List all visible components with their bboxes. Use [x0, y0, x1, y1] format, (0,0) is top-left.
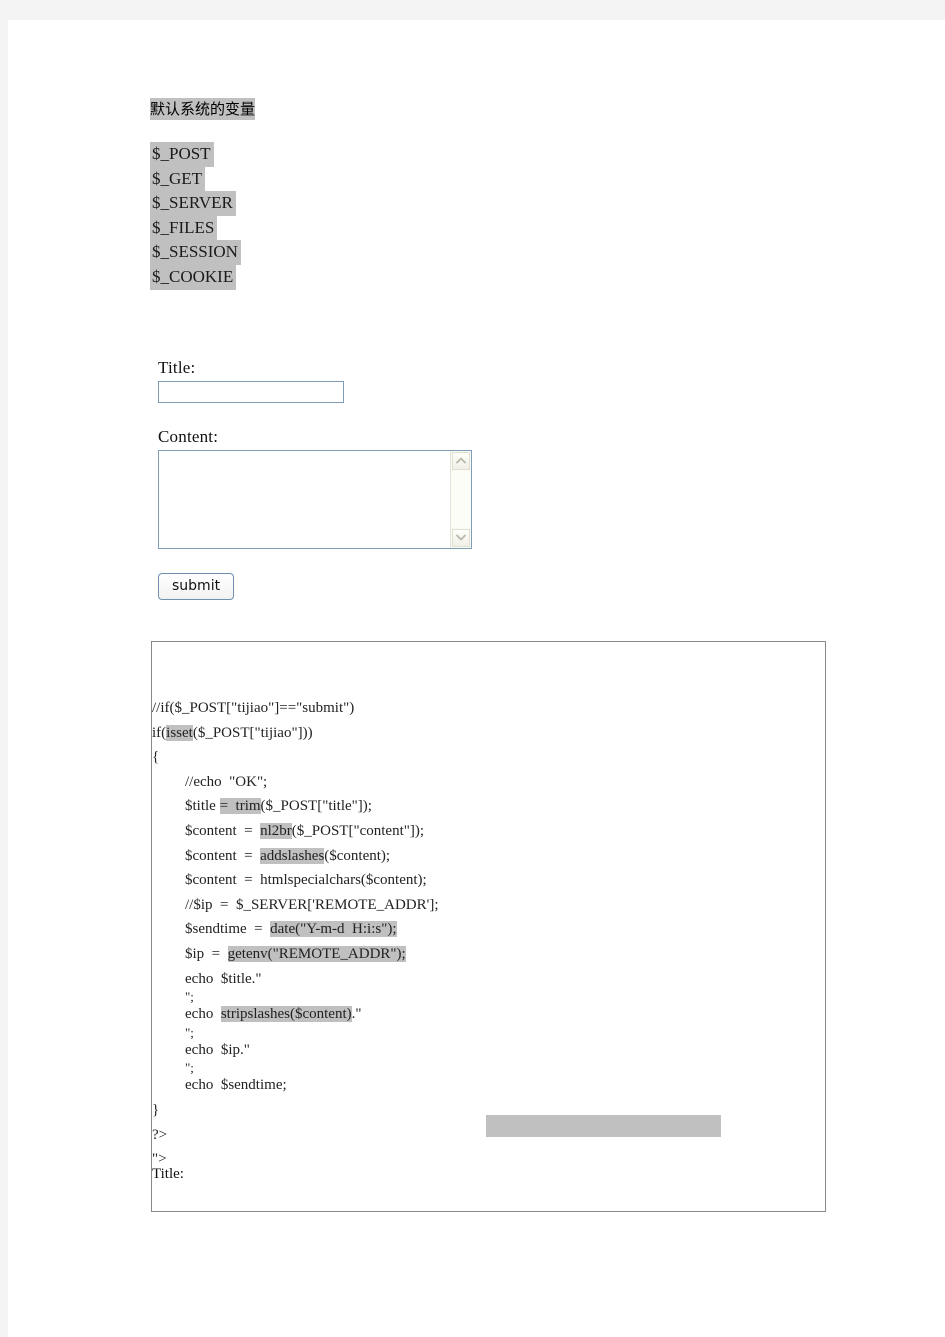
code-text-run: echo $ip.": [185, 1041, 250, 1058]
code-line: echo $sendtime;: [152, 1073, 825, 1098]
code-text-run: $content = htmlspecialchars($content);: [185, 872, 427, 889]
code-line: $content = nl2br($_POST["content"]);: [152, 819, 825, 844]
content-textarea-wrapper: [158, 450, 472, 549]
code-line: //if($_POST["tijiao"]=="submit"): [152, 696, 825, 721]
code-line: ";: [152, 1026, 825, 1039]
code-line: echo stripslashes($content).": [152, 1002, 825, 1027]
code-line: $title = trim($_POST["title"]);: [152, 794, 825, 819]
code-highlight-run: getenv("REMOTE_ADDR");: [227, 945, 406, 962]
content-textarea[interactable]: [159, 451, 451, 548]
superglobal-label: $_COOKIE: [150, 264, 237, 290]
code-text-run: if(: [152, 724, 167, 741]
code-text-run: //$ip = $_SERVER['REMOTE_ADDR'];: [185, 896, 439, 913]
code-text-run: $sendtime =: [185, 921, 271, 938]
content-field-label: Content:: [158, 427, 219, 446]
document-body: 默认系统的变量 $_POST $_GET $_SERVER $_FILES $_…: [150, 98, 850, 290]
code-trailing-title-label: Title:: [152, 1166, 184, 1182]
code-line: if(isset($_POST["tijiao"])): [152, 721, 825, 746]
code-text-run: $content =: [185, 847, 261, 864]
code-text-run: echo: [185, 1006, 221, 1023]
scrollbar-track[interactable]: [452, 471, 470, 528]
code-highlight-run: stripslashes($content): [220, 1006, 352, 1023]
code-listing-box: //if($_POST["tijiao"]=="submit") if(isset…: [151, 641, 826, 1212]
code-text-run: ($content);: [324, 847, 391, 864]
code-text-run: ($_POST["content"]);: [291, 822, 425, 839]
superglobal-label: $_FILES: [150, 215, 218, 241]
empty-highlight-bar: [486, 1115, 721, 1137]
code-text-run: echo $title.": [185, 970, 262, 987]
code-text-run: echo $sendtime;: [185, 1077, 287, 1094]
code-line: echo $title.": [152, 967, 825, 992]
code-text-run: //echo "OK";: [185, 773, 268, 790]
code-text-run: $content =: [185, 822, 261, 839]
list-item: $_COOKIE: [150, 264, 850, 290]
list-item: $_SESSION: [150, 240, 850, 265]
page-sheet: 默认系统的变量 $_POST $_GET $_SERVER $_FILES $_…: [8, 20, 945, 1337]
title-field-label: Title:: [158, 358, 196, 377]
superglobal-label: $_POST: [150, 142, 214, 167]
superglobal-list: $_POST $_GET $_SERVER $_FILES $_SESSION …: [150, 142, 850, 290]
code-line: ";: [152, 1061, 825, 1074]
code-text-run: ($_POST["tijiao"])): [192, 724, 313, 741]
code-line: ";: [152, 990, 825, 1003]
code-highlight-run: addslashes: [260, 847, 325, 864]
list-item: $_FILES: [150, 215, 850, 241]
chevron-down-icon[interactable]: [452, 529, 470, 547]
code-text-run: //if($_POST["tijiao"]=="submit"): [152, 700, 355, 716]
code-line: echo $ip.": [152, 1038, 825, 1063]
code-text-run: $ip =: [185, 945, 228, 962]
code-text-run: }: [152, 1101, 160, 1118]
superglobal-label: $_SESSION: [150, 240, 241, 265]
submit-button[interactable]: submit: [158, 573, 235, 600]
code-line: //echo "OK";: [152, 770, 825, 795]
code-listing: //if($_POST["tijiao"]=="submit") if(isset…: [152, 696, 825, 1172]
code-highlight-run: = trim: [219, 798, 261, 815]
code-highlight-run: isset: [166, 724, 193, 741]
superglobal-label: $_SERVER: [150, 191, 236, 216]
code-text-run: {: [152, 749, 160, 766]
title-input[interactable]: [158, 381, 344, 403]
code-line: {: [152, 745, 825, 770]
superglobal-label: $_GET: [150, 166, 206, 192]
code-text-run: ?>: [152, 1126, 168, 1143]
code-highlight-run: nl2br: [260, 822, 292, 839]
chevron-up-icon[interactable]: [452, 452, 470, 470]
code-text-run: .": [351, 1006, 362, 1023]
code-line: ">: [152, 1147, 825, 1172]
list-item: $_GET: [150, 166, 850, 192]
code-line: $content = addslashes($content);: [152, 844, 825, 869]
list-item: $_POST: [150, 142, 850, 167]
post-form: Title: Content: submit: [158, 358, 758, 600]
code-line: $content = htmlspecialchars($content);: [152, 868, 825, 893]
code-line: $ip = getenv("REMOTE_ADDR");: [152, 942, 825, 967]
code-line: //$ip = $_SERVER['REMOTE_ADDR'];: [152, 893, 825, 918]
code-line: $sendtime = date("Y-m-d H:i:s");: [152, 917, 825, 942]
page-heading: 默认系统的变量: [150, 98, 256, 120]
textarea-scrollbar[interactable]: [450, 451, 471, 548]
code-text-run: $title: [185, 798, 220, 815]
code-highlight-run: date("Y-m-d H:i:s");: [270, 921, 397, 938]
list-item: $_SERVER: [150, 191, 850, 216]
code-text-run: ($_POST["title"]);: [260, 798, 372, 815]
